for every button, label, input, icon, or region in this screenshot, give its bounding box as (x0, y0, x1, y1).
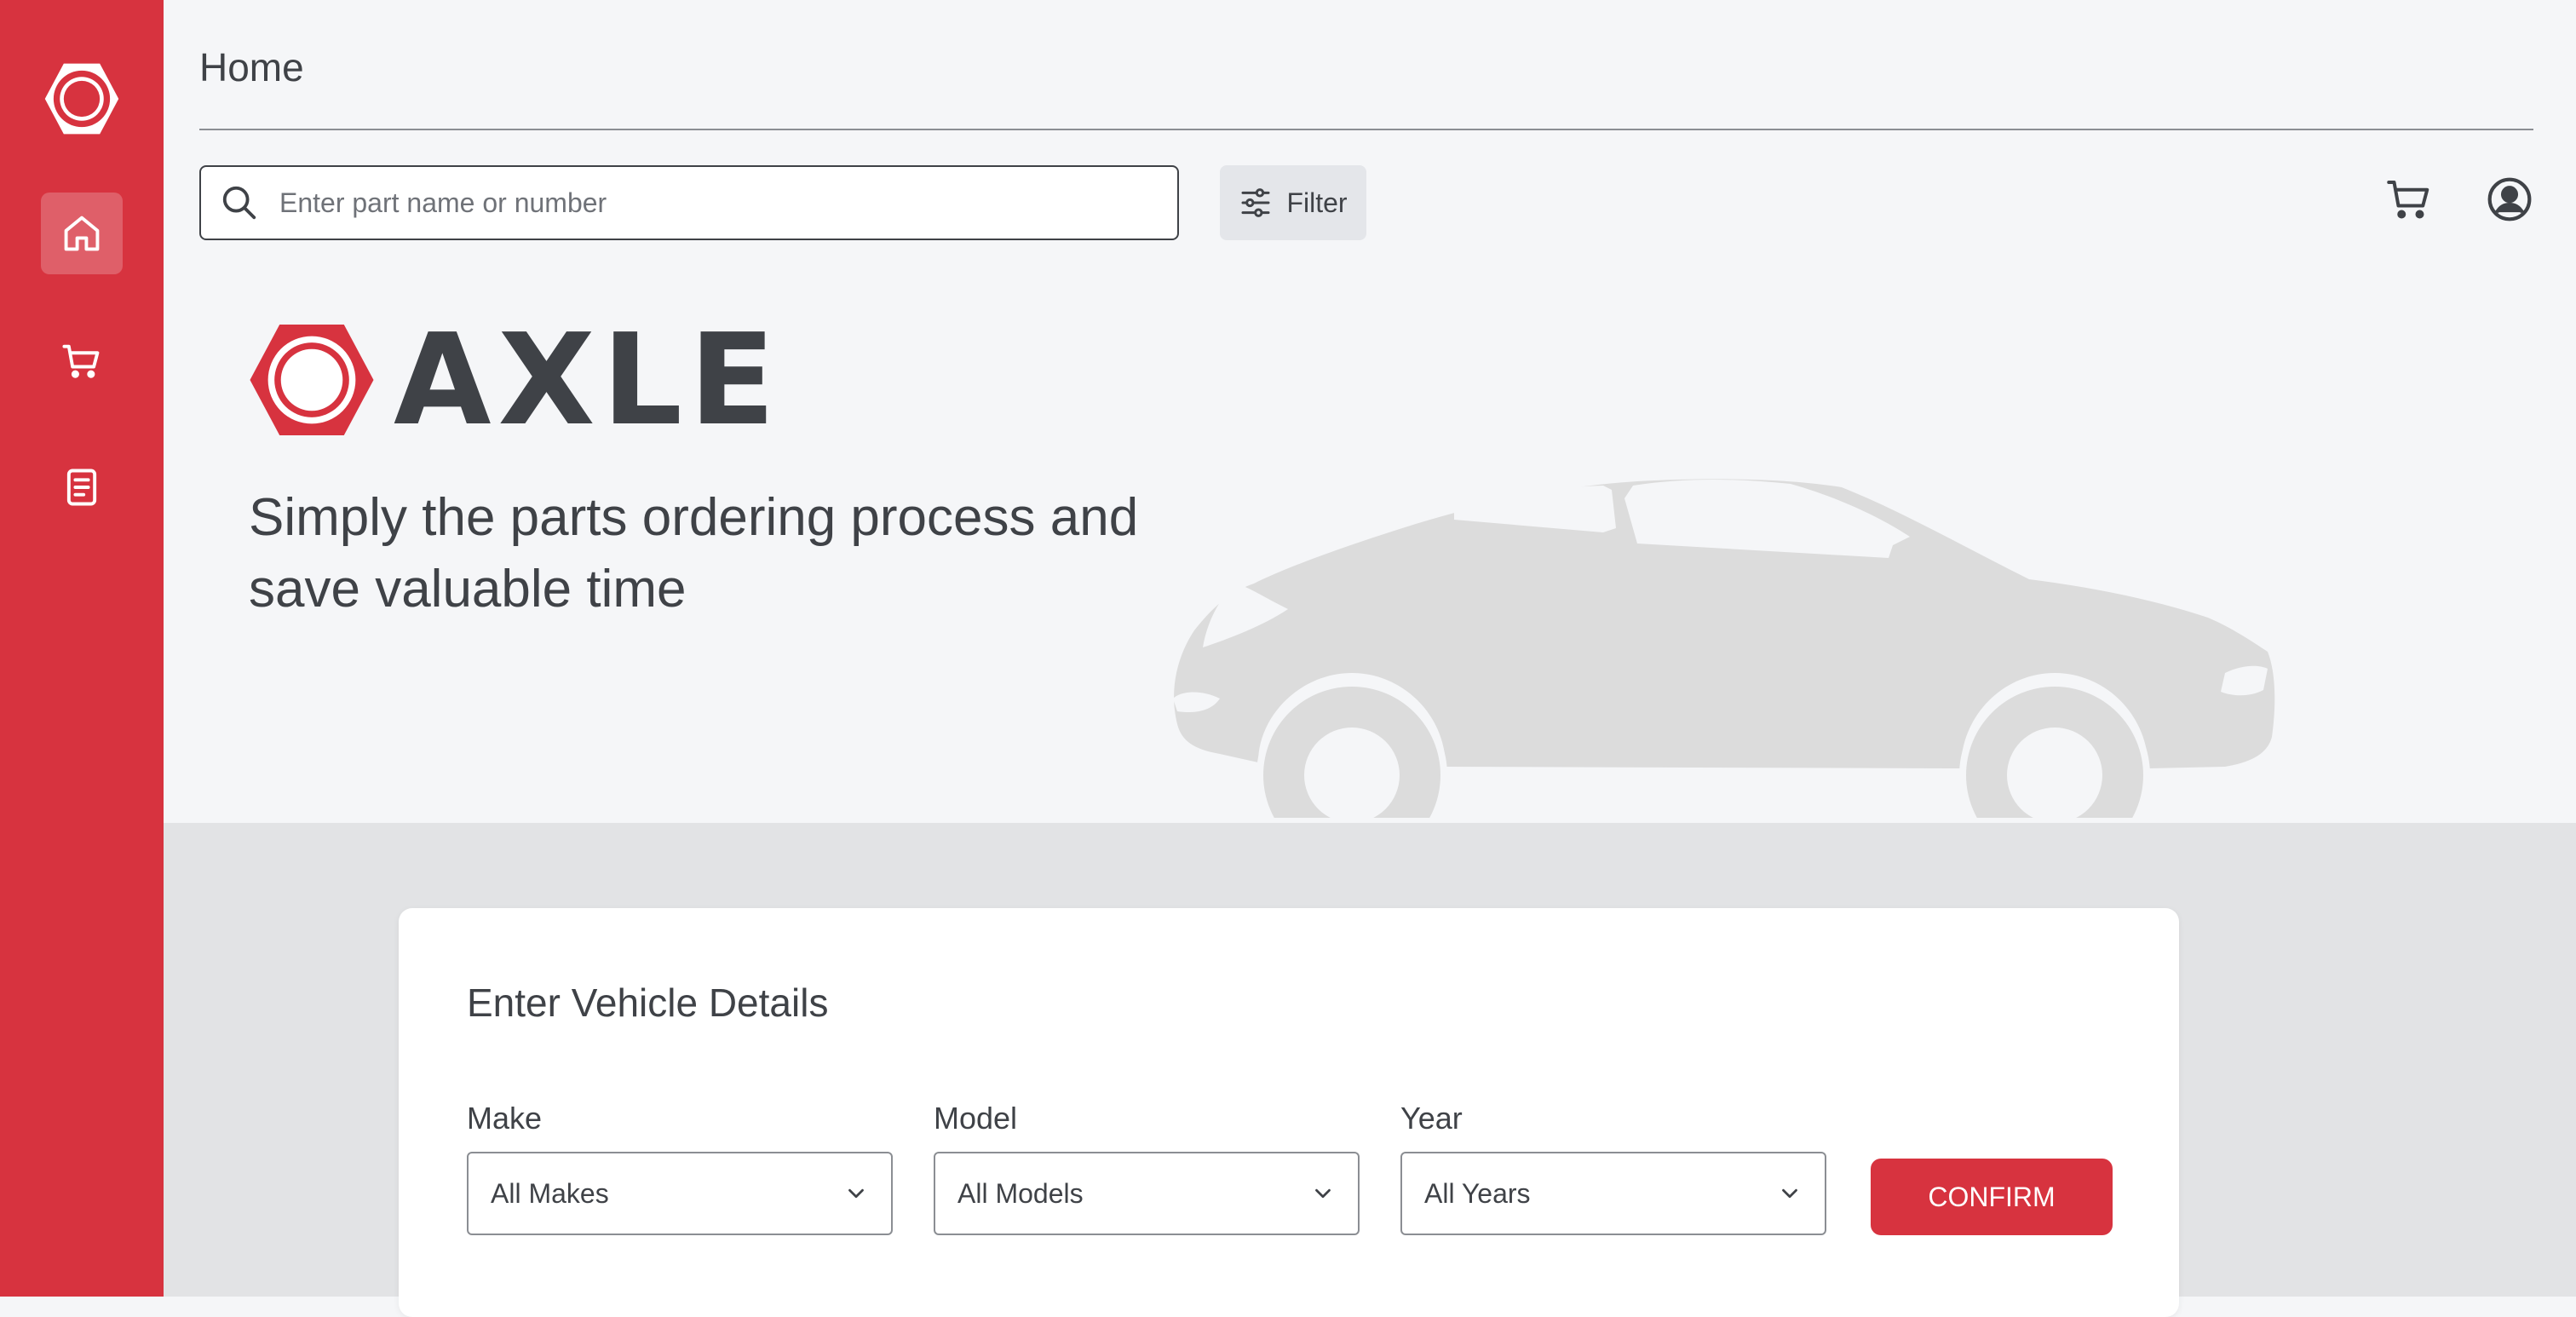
title-divider (199, 129, 2533, 130)
page-title: Home (199, 45, 304, 89)
confirm-button[interactable]: CONFIRM (1871, 1159, 2113, 1235)
main-content: Home Filter (164, 0, 2576, 1317)
hexagon-logo-icon (250, 325, 374, 435)
header-cart-button[interactable] (2380, 170, 2438, 228)
search-bar[interactable] (199, 165, 1179, 240)
chevron-down-icon (1315, 1188, 1331, 1199)
car-silhouette-icon (1173, 479, 2275, 818)
cart-icon (62, 344, 100, 378)
sliders-icon (1241, 188, 1270, 217)
year-select[interactable]: All Years (1400, 1152, 1826, 1235)
card-title: Enter Vehicle Details (467, 981, 829, 1025)
make-select[interactable]: All Makes (467, 1152, 893, 1235)
chevron-down-icon (1782, 1188, 1797, 1199)
brand-wordmark: AXLE (394, 307, 783, 453)
model-label: Model (934, 1101, 1018, 1136)
make-label: Make (467, 1101, 543, 1136)
sidebar-item-home[interactable] (41, 193, 123, 274)
hero-logo: AXLE (247, 317, 782, 443)
filter-label: Filter (1286, 187, 1348, 218)
sidebar (0, 0, 164, 1297)
hexagon-logo-icon[interactable] (43, 60, 121, 138)
account-button[interactable] (2481, 170, 2539, 228)
home-icon (64, 216, 100, 251)
make-value: All Makes (491, 1177, 609, 1209)
search-input[interactable] (278, 186, 1177, 220)
sidebar-item-cart[interactable] (41, 320, 123, 402)
hero-tagline: Simply the parts ordering process and sa… (249, 488, 1139, 618)
model-select[interactable]: All Models (934, 1152, 1360, 1235)
year-value: All Years (1424, 1177, 1531, 1209)
model-value: All Models (957, 1177, 1084, 1209)
cart-icon (2387, 181, 2429, 219)
document-icon (66, 469, 97, 506)
year-label: Year (1400, 1101, 1463, 1136)
chevron-down-icon (848, 1188, 864, 1199)
vehicle-section: Enter Vehicle Details Make All Makes Mod… (164, 823, 2576, 1317)
search-icon (201, 167, 278, 239)
user-circle-icon (2487, 177, 2532, 221)
vehicle-details-card: Enter Vehicle Details Make All Makes Mod… (399, 908, 2179, 1317)
sidebar-item-orders[interactable] (41, 446, 123, 528)
filter-button[interactable]: Filter (1220, 165, 1366, 240)
